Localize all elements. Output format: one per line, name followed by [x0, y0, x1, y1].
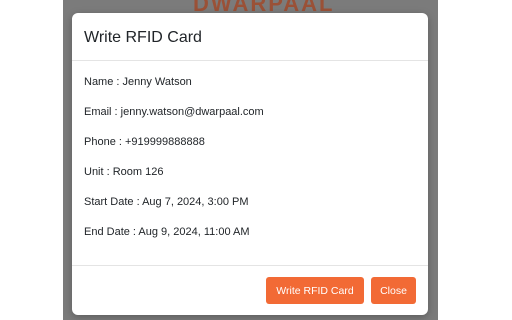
end-date-field: End Date : Aug 9, 2024, 11:00 AM: [84, 226, 250, 238]
unit-field: Unit : Room 126: [84, 166, 164, 178]
dialog-footer: Write RFID Card Close: [72, 266, 428, 315]
write-rfid-card-button[interactable]: Write RFID Card: [266, 277, 364, 304]
write-rfid-dialog: Write RFID Card Name : Jenny Watson Emai…: [72, 13, 428, 315]
close-button[interactable]: Close: [371, 277, 416, 304]
dialog-title: Write RFID Card: [84, 28, 202, 46]
start-date-field: Start Date : Aug 7, 2024, 3:00 PM: [84, 196, 249, 208]
dialog-header: Write RFID Card: [72, 13, 428, 61]
name-field: Name : Jenny Watson: [84, 76, 192, 88]
dialog-body: Name : Jenny Watson Email : jenny.watson…: [72, 61, 428, 266]
email-field: Email : jenny.watson@dwarpaal.com: [84, 106, 264, 118]
phone-field: Phone : +919999888888: [84, 136, 205, 148]
